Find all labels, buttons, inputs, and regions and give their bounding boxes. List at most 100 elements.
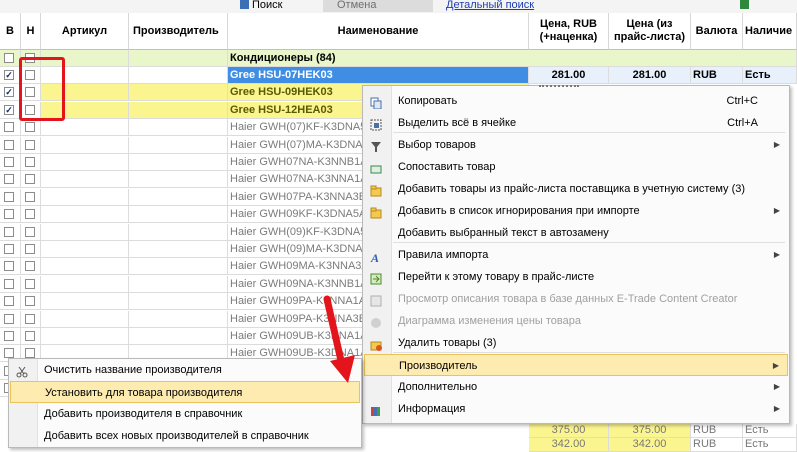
checkbox-n[interactable]: [25, 139, 35, 150]
menu-item[interactable]: Добавить выбранный текст в автозамену: [364, 222, 788, 244]
checkbox-b[interactable]: [4, 244, 14, 254]
checkbox-n[interactable]: [25, 209, 35, 220]
checkbox-b[interactable]: [4, 313, 14, 324]
article-cell: [41, 136, 129, 154]
checkbox-b[interactable]: [4, 53, 14, 63]
checkbox-b[interactable]: [4, 331, 14, 341]
menu-item: Диаграмма изменения цены товара: [364, 310, 788, 332]
menu-item[interactable]: Дополнительно ▶: [364, 376, 788, 398]
menu-item-label: Диаграмма изменения цены товара: [398, 315, 581, 327]
column-header-currency[interactable]: Валюта: [691, 13, 743, 50]
scissors-icon: [16, 364, 28, 378]
menu-item[interactable]: Очистить название производителя: [10, 359, 360, 381]
n-cell: [21, 258, 41, 276]
checkbox-b[interactable]: [4, 278, 14, 289]
select-all-icon: [370, 117, 382, 131]
export-icon[interactable]: [740, 0, 752, 12]
article-cell: [41, 310, 129, 328]
b-cell: [0, 154, 21, 171]
checkbox-b[interactable]: [4, 261, 14, 272]
checkbox-n[interactable]: [25, 226, 35, 237]
menu-item[interactable]: Информация ▶: [364, 398, 788, 420]
checkbox-n[interactable]: [25, 174, 35, 185]
checkbox-b[interactable]: [4, 157, 14, 167]
menu-item[interactable]: A Правила импорта ▶: [364, 244, 788, 266]
checkbox-n[interactable]: [25, 296, 35, 307]
checkbox-b[interactable]: [4, 296, 14, 307]
checkbox-b[interactable]: ✓: [4, 104, 14, 115]
checkbox-b[interactable]: [4, 191, 14, 202]
checkbox-b[interactable]: [4, 209, 14, 220]
search-button[interactable]: Поиск: [240, 0, 282, 12]
checkbox-n[interactable]: [25, 313, 35, 324]
column-header-stock[interactable]: Наличие: [743, 13, 797, 50]
menu-item-label: Добавить выбранный текст в автозамену: [398, 227, 609, 239]
stock-cell: Есть: [743, 67, 797, 84]
advanced-search-link[interactable]: Детальный поиск: [446, 0, 534, 12]
checkbox-n[interactable]: [25, 244, 35, 254]
currency-cell: RUB: [691, 438, 743, 452]
menu-item-label: Копировать: [398, 95, 458, 107]
delete-icon: [370, 337, 382, 351]
checkbox-b[interactable]: [4, 139, 14, 150]
menu-item[interactable]: Добавить всех новых производителей в спр…: [10, 425, 360, 447]
b-cell: [0, 275, 21, 293]
n-cell: [21, 310, 41, 328]
menu-item[interactable]: Копировать Ctrl+C: [364, 90, 788, 112]
article-cell: [41, 293, 129, 311]
menu-item[interactable]: Удалить товары (3): [364, 332, 788, 354]
b-cell: [0, 310, 21, 328]
checkbox-b[interactable]: [4, 348, 14, 359]
submenu-arrow-icon: ▶: [773, 250, 780, 259]
n-cell: [21, 188, 41, 206]
menu-item[interactable]: Перейти к этому товару в прайс-листе: [364, 266, 788, 288]
checkbox-n[interactable]: [25, 348, 35, 359]
price-cell: 375.00: [529, 424, 609, 438]
manufacturer-cell: [129, 136, 228, 154]
column-header-article[interactable]: Артикул: [41, 13, 129, 50]
group-b-cell: [0, 50, 21, 67]
menu-item[interactable]: Производитель ▶: [364, 354, 788, 376]
cancel-button[interactable]: Отмена: [323, 0, 433, 12]
column-header-price-list[interactable]: Цена (из прайс-листа): [609, 13, 691, 50]
checkbox-n[interactable]: [25, 278, 35, 289]
article-cell: [41, 328, 129, 345]
menu-item[interactable]: Добавить в список игнорирования при импо…: [364, 200, 788, 222]
column-header-n[interactable]: Н: [21, 13, 41, 50]
menu-item[interactable]: Добавить товары из прайс-листа поставщик…: [364, 178, 788, 200]
table-row[interactable]: ✓ Gree HSU-07HEK03 281.00 281.00 RUB Есть: [0, 67, 797, 84]
article-cell: [41, 188, 129, 206]
checkbox-n[interactable]: [25, 261, 35, 272]
checkbox-n[interactable]: [25, 122, 35, 133]
submenu-arrow-icon: ▶: [773, 140, 780, 149]
menu-item: Просмотр описания товара в базе данных E…: [364, 288, 788, 310]
manufacturer-cell: [129, 293, 228, 311]
checkbox-n[interactable]: [25, 157, 35, 167]
menu-item[interactable]: Выделить всё в ячейке Ctrl+A: [364, 112, 788, 134]
checkbox-b[interactable]: ✓: [4, 87, 14, 98]
column-header-name[interactable]: Наименование: [228, 13, 529, 50]
column-header-price[interactable]: Цена, RUB (+наценка): [529, 13, 609, 50]
checkbox-n[interactable]: [25, 331, 35, 341]
checkbox-b[interactable]: [4, 174, 14, 185]
article-cell: [41, 241, 129, 258]
menu-item[interactable]: Выбор товаров ▶: [364, 134, 788, 156]
b-cell: [0, 206, 21, 224]
toolbar: Поиск Отмена Детальный поиск: [0, 0, 797, 13]
checkbox-n[interactable]: [25, 191, 35, 202]
checkbox-b[interactable]: [4, 122, 14, 133]
checkbox-b[interactable]: ✓: [4, 70, 14, 80]
menu-item-label: Добавить производителя в справочник: [44, 408, 243, 420]
manufacturer-cell: [129, 188, 228, 206]
column-header-b[interactable]: В: [0, 13, 21, 50]
column-header-manufacturer[interactable]: Производитель: [129, 13, 228, 50]
menu-item[interactable]: Сопоставить товар: [364, 156, 788, 178]
product-name-cell[interactable]: Gree HSU-07HEK03: [228, 67, 529, 84]
group-row[interactable]: Кондиционеры (84): [0, 50, 797, 67]
price-cell: 281.00: [529, 67, 609, 84]
menu-item[interactable]: Установить для товара производителя: [10, 381, 360, 403]
menu-item[interactable]: Добавить производителя в справочник: [10, 403, 360, 425]
menu-item-label: Удалить товары (3): [398, 337, 497, 349]
checkbox-b[interactable]: [4, 226, 14, 237]
rules-icon: A: [370, 249, 382, 265]
